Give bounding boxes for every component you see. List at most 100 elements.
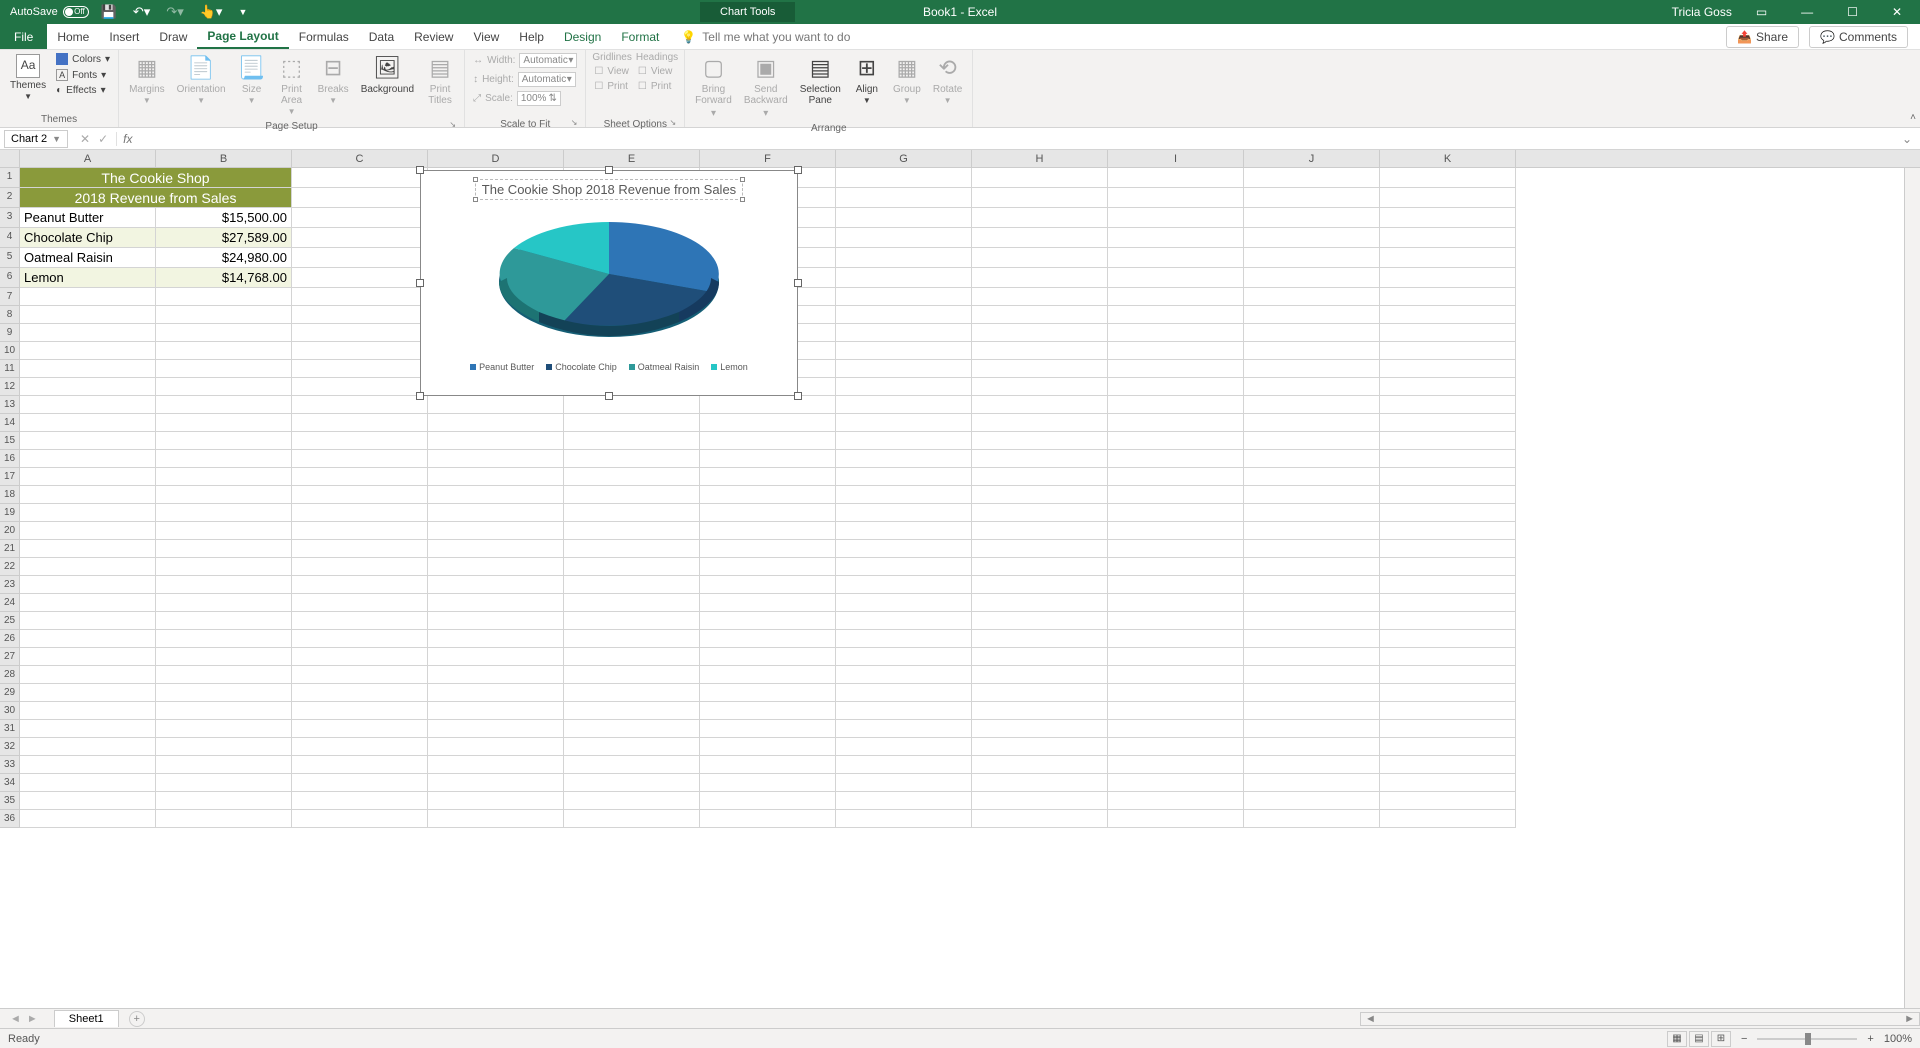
cell[interactable] — [292, 468, 428, 486]
cell[interactable] — [156, 684, 292, 702]
scale-control[interactable]: ⤢Scale:100%⇅ — [471, 90, 579, 107]
cell[interactable] — [836, 792, 972, 810]
cell[interactable] — [564, 810, 700, 828]
cell[interactable] — [20, 324, 156, 342]
cell[interactable]: Chocolate Chip — [20, 228, 156, 248]
cell[interactable] — [564, 648, 700, 666]
cell[interactable] — [564, 630, 700, 648]
cell[interactable] — [292, 648, 428, 666]
row-header[interactable]: 22 — [0, 558, 20, 576]
cell[interactable] — [428, 468, 564, 486]
cell[interactable] — [1380, 522, 1516, 540]
cell[interactable] — [1244, 810, 1380, 828]
page-setup-launcher[interactable]: ↘ — [449, 120, 456, 129]
bring-forward-button[interactable]: ▢Bring Forward▾ — [691, 52, 736, 121]
cell[interactable] — [156, 810, 292, 828]
row-header[interactable]: 25 — [0, 612, 20, 630]
cell[interactable] — [20, 396, 156, 414]
save-icon[interactable]: 💾 — [97, 4, 121, 20]
cell[interactable] — [20, 738, 156, 756]
cell[interactable] — [564, 612, 700, 630]
cell[interactable] — [20, 792, 156, 810]
cell[interactable] — [1380, 684, 1516, 702]
cell[interactable] — [1108, 666, 1244, 684]
cell[interactable] — [836, 738, 972, 756]
cell[interactable] — [972, 188, 1108, 208]
title-handle[interactable] — [473, 197, 478, 202]
row-header[interactable]: 3 — [0, 208, 20, 228]
row-header[interactable]: 24 — [0, 594, 20, 612]
row-header[interactable]: 11 — [0, 360, 20, 378]
row-header[interactable]: 20 — [0, 522, 20, 540]
cell[interactable] — [972, 268, 1108, 288]
cell[interactable] — [1380, 702, 1516, 720]
cell[interactable] — [1244, 792, 1380, 810]
resize-handle[interactable] — [416, 279, 424, 287]
cell[interactable] — [1108, 792, 1244, 810]
cell[interactable] — [1108, 450, 1244, 468]
cell[interactable] — [1380, 468, 1516, 486]
row-header[interactable]: 19 — [0, 504, 20, 522]
cell[interactable] — [428, 666, 564, 684]
autosave-toggle[interactable]: AutoSave Off — [10, 6, 89, 18]
cell[interactable] — [564, 504, 700, 522]
cell[interactable] — [1380, 396, 1516, 414]
cell[interactable] — [700, 630, 836, 648]
cell[interactable] — [1380, 486, 1516, 504]
cell[interactable] — [1108, 414, 1244, 432]
row-header[interactable]: 9 — [0, 324, 20, 342]
cell[interactable] — [972, 558, 1108, 576]
cell[interactable] — [1108, 248, 1244, 268]
col-header-h[interactable]: H — [972, 150, 1108, 167]
row-header[interactable]: 5 — [0, 248, 20, 268]
name-box[interactable]: Chart 2▼ — [4, 130, 68, 148]
cell[interactable] — [1108, 306, 1244, 324]
cell[interactable] — [564, 702, 700, 720]
cell[interactable] — [1380, 558, 1516, 576]
cell[interactable] — [20, 504, 156, 522]
cell[interactable] — [292, 612, 428, 630]
cell[interactable] — [1108, 268, 1244, 288]
cell[interactable] — [292, 208, 428, 228]
cell[interactable] — [428, 558, 564, 576]
cell[interactable] — [20, 684, 156, 702]
tab-data[interactable]: Data — [359, 24, 404, 49]
cell[interactable] — [156, 720, 292, 738]
tab-insert[interactable]: Insert — [99, 24, 149, 49]
tab-review[interactable]: Review — [404, 24, 463, 49]
cell[interactable] — [564, 738, 700, 756]
cell[interactable] — [972, 208, 1108, 228]
share-button[interactable]: 📤Share — [1726, 26, 1799, 48]
colors-button[interactable]: Colors▾ — [54, 52, 112, 66]
cell[interactable] — [1108, 468, 1244, 486]
cell[interactable] — [292, 342, 428, 360]
cell[interactable] — [20, 648, 156, 666]
cell[interactable] — [292, 288, 428, 306]
row-header[interactable]: 6 — [0, 268, 20, 288]
cell[interactable]: Oatmeal Raisin — [20, 248, 156, 268]
page-layout-view-button[interactable]: ▤ — [1689, 1031, 1709, 1047]
cell[interactable] — [292, 720, 428, 738]
cell[interactable] — [972, 648, 1108, 666]
cell[interactable] — [836, 774, 972, 792]
cell[interactable] — [20, 810, 156, 828]
cell[interactable] — [292, 360, 428, 378]
cell[interactable] — [700, 414, 836, 432]
cell[interactable] — [156, 540, 292, 558]
cell[interactable] — [1380, 756, 1516, 774]
cell[interactable] — [836, 342, 972, 360]
cell[interactable] — [564, 594, 700, 612]
enter-formula-icon[interactable]: ✓ — [98, 132, 108, 146]
normal-view-button[interactable]: ▦ — [1667, 1031, 1687, 1047]
cell[interactable] — [564, 558, 700, 576]
cell[interactable] — [836, 168, 972, 188]
cell[interactable] — [156, 288, 292, 306]
zoom-level[interactable]: 100% — [1884, 1033, 1912, 1045]
cell[interactable] — [972, 360, 1108, 378]
cell[interactable] — [564, 396, 700, 414]
cell[interactable] — [700, 594, 836, 612]
cell[interactable] — [20, 756, 156, 774]
cell[interactable] — [20, 450, 156, 468]
cell[interactable] — [1244, 378, 1380, 396]
cell[interactable] — [1108, 342, 1244, 360]
